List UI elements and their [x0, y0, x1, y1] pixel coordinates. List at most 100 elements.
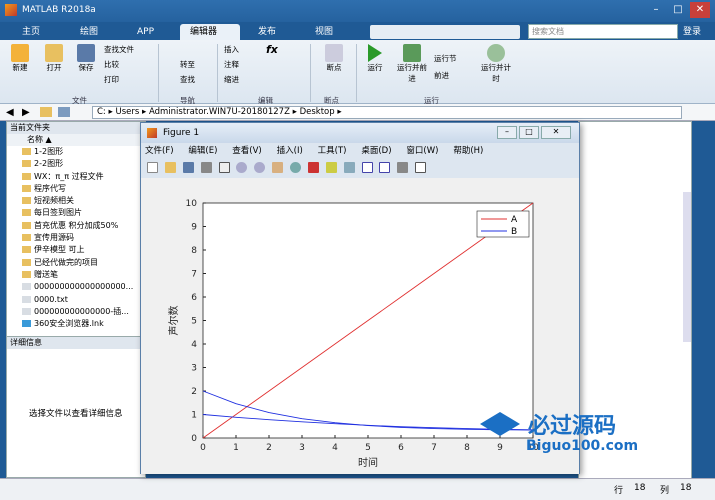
figure-toolbar — [145, 160, 575, 176]
name-column-header[interactable]: 名称 ▲ — [7, 134, 145, 146]
pointer-icon[interactable] — [218, 162, 230, 173]
list-item[interactable]: 1-2图形 — [7, 146, 145, 158]
menu-desktop[interactable]: 桌面(D) — [361, 146, 391, 156]
run-button[interactable]: 运行 — [362, 44, 388, 73]
menu-insert[interactable]: 插入(I) — [277, 146, 303, 156]
back-icon[interactable]: ◀ — [6, 107, 14, 118]
list-item[interactable]: WX：π_π 过程文件 — [7, 171, 145, 183]
maximize-button[interactable]: □ — [668, 2, 688, 18]
y-tick-label: 0 — [191, 434, 197, 444]
save-icon[interactable] — [182, 162, 194, 173]
list-item[interactable]: 宣传用源码 — [7, 232, 145, 244]
divider — [217, 44, 218, 102]
run-section-button[interactable]: 运行节 — [434, 53, 457, 64]
figure-close-button[interactable]: ✕ — [541, 126, 571, 139]
figure-minimize-button[interactable]: – — [497, 126, 517, 139]
list-item[interactable]: 0000.txt — [7, 294, 145, 306]
browse-folder-icon[interactable] — [58, 107, 70, 117]
legend-icon[interactable] — [379, 162, 391, 173]
colorbar-icon[interactable] — [361, 162, 373, 173]
print-button[interactable]: 打印 — [104, 74, 119, 85]
file-name: 宣传用源码 — [34, 233, 74, 243]
list-item[interactable]: 000000000000000-插... — [7, 306, 145, 318]
menu-file[interactable]: 文件(F) — [145, 146, 174, 156]
comment-button[interactable]: 注释 — [224, 59, 239, 70]
figure-maximize-button[interactable]: □ — [519, 126, 539, 139]
advance-button[interactable]: 前进 — [434, 70, 449, 81]
show-plot-tools-icon[interactable] — [415, 162, 427, 173]
menu-tools[interactable]: 工具(T) — [318, 146, 347, 156]
y-axis-label: 声尔数 — [167, 306, 180, 336]
fx-button[interactable]: fx — [266, 43, 278, 56]
scrollbar[interactable] — [683, 192, 691, 342]
find-files-button[interactable]: 查找文件 — [104, 44, 134, 55]
compare-button[interactable]: 比较 — [104, 59, 119, 70]
list-item[interactable]: 000000000000000000... — [7, 281, 145, 293]
new-button[interactable]: 新建 — [6, 44, 34, 73]
zoom-out-icon[interactable] — [254, 162, 266, 173]
menu-window[interactable]: 窗口(W) — [406, 146, 438, 156]
file-icon — [22, 307, 31, 315]
insert-button[interactable]: 插入 — [224, 44, 239, 55]
tab-apps[interactable]: APP — [127, 24, 164, 40]
zoom-in-icon[interactable] — [236, 162, 248, 173]
menu-help[interactable]: 帮助(H) — [453, 146, 483, 156]
quick-access-toolbar[interactable] — [370, 25, 520, 39]
brush-icon[interactable] — [325, 162, 337, 173]
path-field[interactable]: C: ▸ Users ▸ Administrator.WIN7U-2018012… — [92, 106, 682, 119]
menu-edit[interactable]: 编辑(E) — [188, 146, 217, 156]
open-button[interactable]: 打开 — [40, 44, 68, 73]
forward-icon[interactable]: ▶ — [22, 107, 30, 118]
tab-view[interactable]: 视图 — [305, 24, 343, 40]
new-figure-icon[interactable] — [147, 162, 158, 173]
x-tick-label: 1 — [233, 443, 239, 453]
folder-icon — [22, 221, 31, 229]
goto-button[interactable]: 转至 — [180, 59, 195, 70]
path-segment[interactable]: Desktop — [300, 107, 335, 117]
legend[interactable] — [476, 210, 530, 238]
list-item[interactable]: 2-2图形 — [7, 158, 145, 170]
save-button[interactable]: 保存 — [72, 44, 100, 73]
tab-plots[interactable]: 绘图 — [70, 24, 108, 40]
find-button[interactable]: 查找 — [180, 74, 195, 85]
indent-button[interactable]: 缩进 — [224, 74, 239, 85]
run-advance-button[interactable]: 运行并前进 — [396, 44, 428, 84]
list-item[interactable]: 每日签到图片 — [7, 207, 145, 219]
minimize-button[interactable]: – — [646, 2, 666, 18]
close-button[interactable]: ✕ — [690, 2, 710, 18]
path-segment[interactable]: Users — [115, 107, 139, 117]
run-and-time-button[interactable]: 运行并计时 — [480, 44, 512, 84]
list-item[interactable]: 360安全浏览器.lnk — [7, 318, 145, 330]
list-item[interactable]: 短视频相关 — [7, 195, 145, 207]
path-segment[interactable]: C: — [97, 107, 106, 117]
matlab-logo-icon — [147, 128, 157, 138]
path-segment[interactable]: Administrator.WIN7U-20180127Z — [149, 107, 290, 117]
file-name: 0000.txt — [34, 294, 68, 304]
rotate-icon[interactable] — [290, 162, 301, 173]
list-item[interactable]: 程序代写 — [7, 183, 145, 195]
tab-publish[interactable]: 发布 — [248, 24, 286, 40]
file-name: 已经代做完的项目 — [34, 257, 98, 267]
link-icon[interactable] — [343, 162, 355, 173]
file-icon — [22, 283, 31, 291]
breakpoints-button[interactable]: 断点 — [318, 44, 350, 73]
tab-editor[interactable]: 编辑器 — [180, 24, 240, 40]
data-cursor-icon[interactable] — [307, 162, 319, 173]
list-item[interactable]: 赠送笔 — [7, 269, 145, 281]
list-item[interactable]: 已经代做完的项目 — [7, 257, 145, 269]
search-input[interactable]: 搜索文档 — [528, 24, 678, 39]
file-name: 赠送笔 — [34, 269, 58, 279]
list-item[interactable]: 伊辛模型 可上 — [7, 244, 145, 256]
print-icon[interactable] — [200, 162, 212, 173]
login-link[interactable]: 登录 — [683, 24, 701, 37]
list-item[interactable]: 首充优惠 积分加成50% — [7, 220, 145, 232]
open-icon[interactable] — [164, 162, 176, 173]
hide-plot-tools-icon[interactable] — [397, 162, 409, 173]
y-tick-label: 6 — [191, 293, 197, 303]
up-folder-icon[interactable] — [40, 107, 52, 117]
x-tick-label: 9 — [497, 443, 503, 453]
pan-icon[interactable] — [272, 162, 284, 173]
folder-icon — [22, 234, 31, 242]
menu-view[interactable]: 查看(V) — [232, 146, 261, 156]
tab-home[interactable]: 主页 — [12, 24, 50, 40]
